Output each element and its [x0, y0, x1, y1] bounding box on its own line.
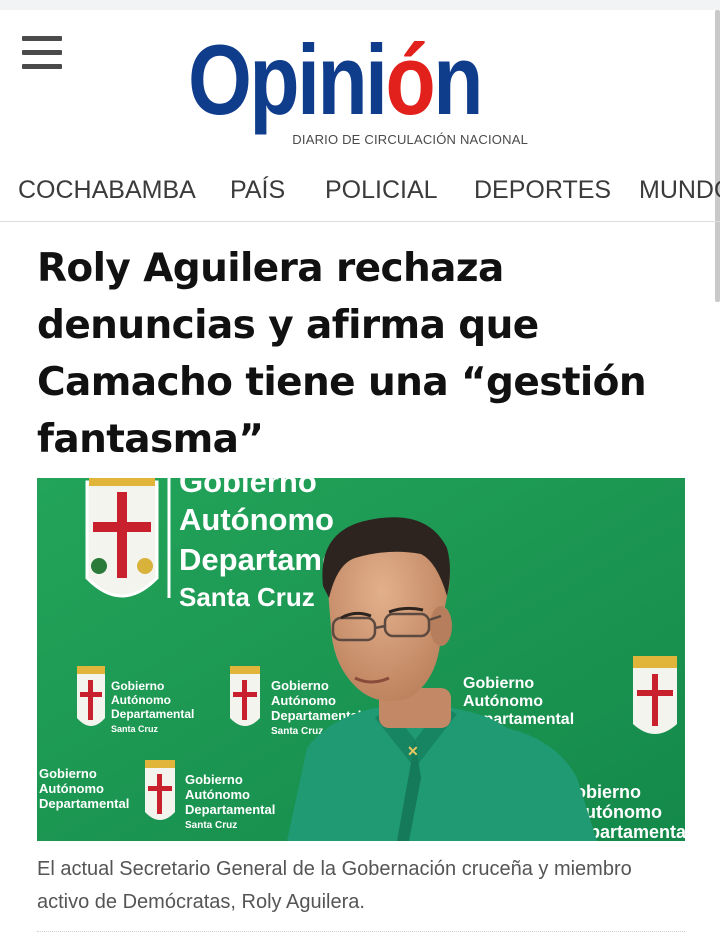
logo-wordmark: Opinión	[188, 24, 483, 135]
logo-tagline: DIARIO DE CIRCULACIÓN NACIONAL	[292, 132, 528, 147]
nav-item-policial[interactable]: POLICIAL	[325, 176, 438, 205]
browser-top-strip	[0, 0, 720, 10]
small-crest-icon	[145, 760, 175, 820]
svg-text:Gobierno: Gobierno	[463, 675, 534, 692]
nav-item-cochabamba[interactable]: COCHABAMBA	[18, 176, 196, 205]
svg-text:Departamental: Departamental	[185, 802, 275, 817]
nav-item-deportes[interactable]: DEPORTES	[474, 176, 611, 205]
nav-item-mundo[interactable]: MUNDO	[639, 176, 720, 205]
svg-text:Autónomo: Autónomo	[185, 787, 250, 802]
svg-text:Gobierno: Gobierno	[185, 772, 243, 787]
section-nav: COCHABAMBA PAÍS POLICIAL DEPORTES MUNDO	[0, 160, 720, 222]
small-crest-icon	[633, 656, 677, 734]
backdrop-text-departamental: Departame	[179, 542, 339, 577]
svg-text:Autónomo: Autónomo	[39, 781, 104, 796]
svg-text:utónomo: utónomo	[585, 802, 662, 822]
svg-text:Departamental: Departamental	[39, 796, 129, 811]
backdrop-text-autonomo: Autónomo	[179, 502, 334, 537]
svg-text:obierno: obierno	[575, 782, 641, 802]
svg-text:✕: ✕	[407, 743, 419, 759]
svg-text:Santa Cruz: Santa Cruz	[111, 724, 159, 734]
svg-text:Santa Cruz: Santa Cruz	[185, 820, 237, 831]
svg-text:Santa Cruz: Santa Cruz	[271, 726, 323, 737]
large-crest-icon	[85, 478, 159, 598]
article-photo[interactable]: Gobierno Autónomo Departame Santa Cruz G…	[37, 478, 685, 841]
nav-item-pais[interactable]: PAÍS	[230, 176, 285, 205]
caption-divider	[37, 931, 685, 932]
svg-text:Autónomo: Autónomo	[271, 693, 336, 708]
hamburger-menu-icon[interactable]	[22, 36, 62, 70]
svg-text:Autónomo: Autónomo	[463, 693, 543, 710]
svg-text:Gobierno: Gobierno	[111, 679, 164, 693]
svg-text:Gobierno: Gobierno	[39, 766, 97, 781]
svg-text:Autónomo: Autónomo	[111, 693, 171, 707]
svg-text:Departamental: Departamental	[111, 707, 194, 721]
site-logo[interactable]: Opinión DIARIO DE CIRCULACIÓN NACIONAL	[188, 28, 534, 156]
backdrop-text-santa-cruz: Santa Cruz	[179, 582, 315, 612]
article-headline: Roly Aguilera rechaza denuncias y afirma…	[37, 246, 647, 462]
small-crest-icon	[77, 666, 105, 726]
svg-text:partamental: partamental	[589, 822, 685, 841]
photo-caption: El actual Secretario General de la Gober…	[37, 858, 632, 913]
site-header: Opinión DIARIO DE CIRCULACIÓN NACIONAL	[0, 10, 720, 160]
small-crest-icon	[230, 666, 260, 726]
backdrop-text-gobierno: Gobierno	[179, 478, 317, 499]
svg-text:Gobierno: Gobierno	[271, 678, 329, 693]
